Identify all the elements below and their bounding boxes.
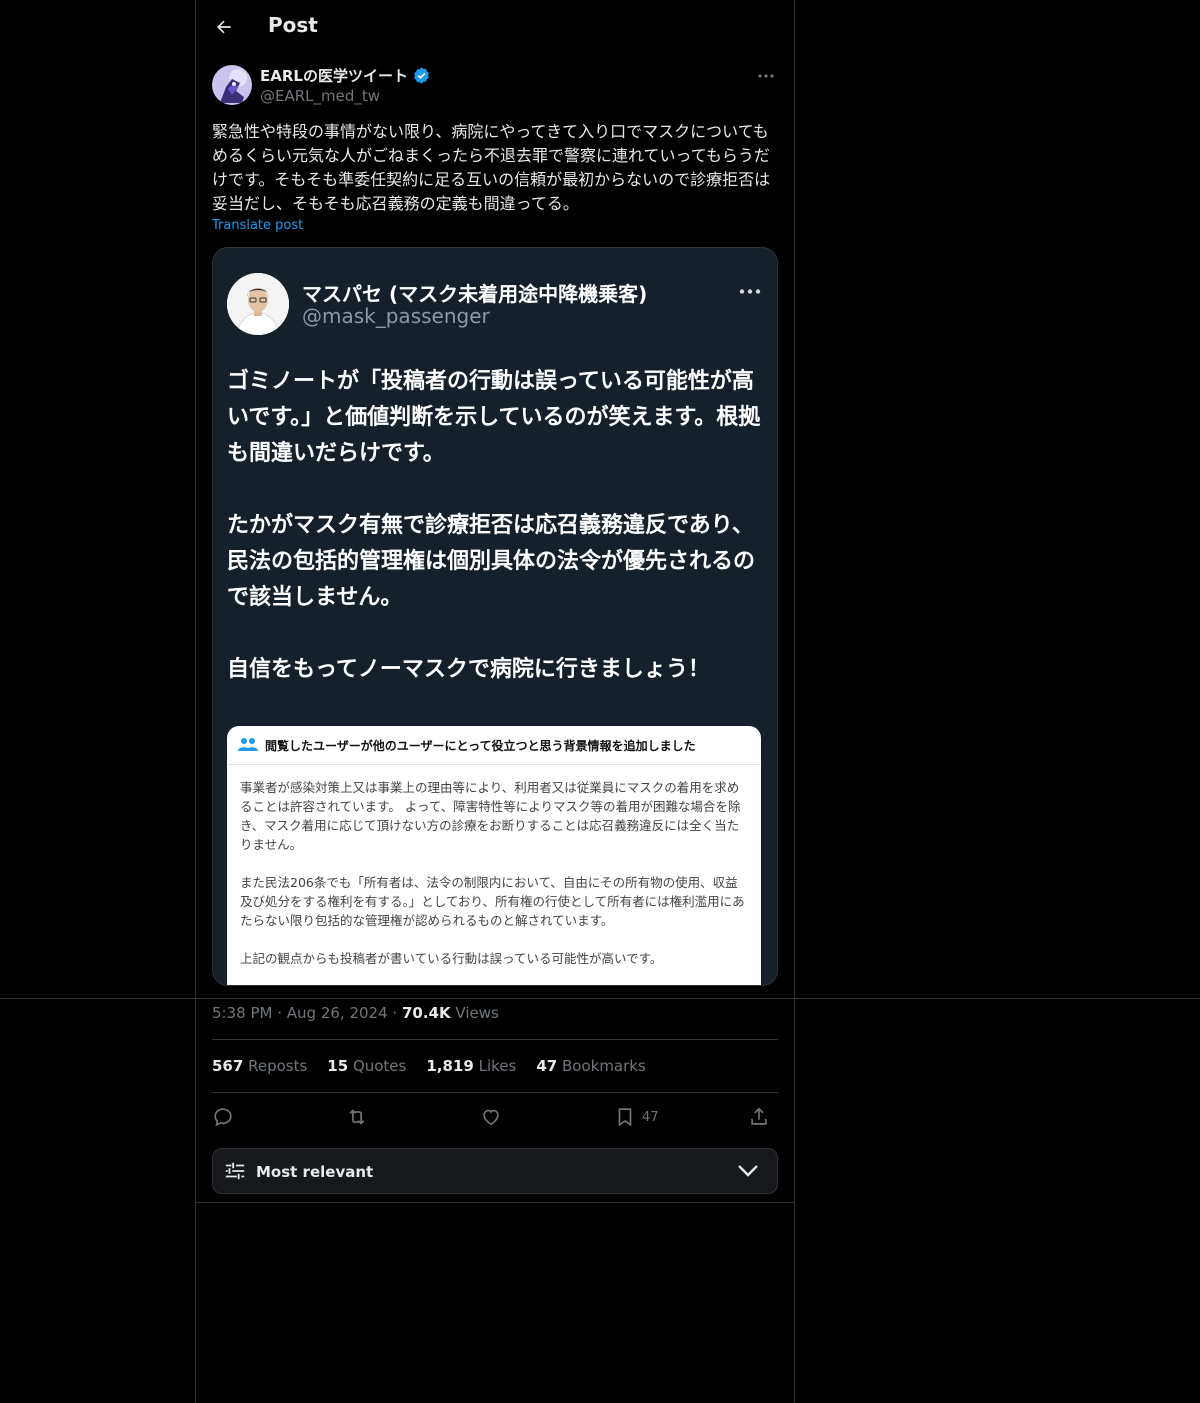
sort-label: Most relevant xyxy=(256,1163,374,1181)
divider xyxy=(212,1039,778,1040)
note-paragraph: 事業者が感染対策上又は事業上の理由等により、利用者又は従業員にマスクの着用を求め… xyxy=(240,780,741,852)
sliders-icon xyxy=(225,1162,245,1180)
community-note-header: 閲覧したユーザーが他のユーザーにとって役立つと思う背景情報を追加しました xyxy=(227,726,761,765)
reply-button[interactable] xyxy=(212,1104,234,1130)
translate-post-link[interactable]: Translate post xyxy=(212,218,303,233)
community-notes-icon xyxy=(238,738,258,751)
likes-stat[interactable]: 1,819 Likes xyxy=(426,1057,516,1075)
bookmark-icon xyxy=(618,1108,632,1127)
share-icon xyxy=(751,1107,767,1125)
bookmark-count: 47 xyxy=(642,1109,659,1125)
page-title: Post xyxy=(268,13,318,37)
author-name[interactable]: EARLの医学ツイート xyxy=(260,65,408,86)
quotes-label: Quotes xyxy=(352,1057,407,1075)
back-button[interactable] xyxy=(210,13,238,41)
post-media-image[interactable]: マスパセ (マスク未着用途中降機乗客) @mask_passenger ゴミノー… xyxy=(212,247,778,986)
divider xyxy=(212,1092,778,1093)
bookmark-button[interactable]: 47 xyxy=(614,1104,659,1130)
author-handle[interactable]: @EARL_med_tw xyxy=(260,87,380,105)
note-paragraph: また民法206条でも「所有者は、法令の制限内において、自由にその所有物の使用、収… xyxy=(240,875,745,928)
quoted-handle: @mask_passenger xyxy=(302,304,490,328)
separator-dot: · xyxy=(277,1004,287,1022)
author-name-row[interactable]: EARLの医学ツイート xyxy=(260,65,431,86)
share-button[interactable] xyxy=(748,1104,770,1130)
quoted-body: ゴミノートが「投稿者の行動は誤っている可能性が高いです。」と価値判断を示している… xyxy=(227,364,763,724)
avatar[interactable] xyxy=(212,65,252,105)
action-bar: 47 xyxy=(212,1104,778,1130)
reposts-stat[interactable]: 567 Reposts xyxy=(212,1057,307,1075)
bookmarks-count: 47 xyxy=(536,1057,558,1075)
community-note: 閲覧したユーザーが他のユーザーにとって役立つと思う背景情報を追加しました 事業者… xyxy=(227,726,761,985)
quotes-count: 15 xyxy=(327,1057,349,1075)
post-timestamp: 5:38 PM · Aug 26, 2024 · 70.4K Views xyxy=(212,1004,499,1022)
post-author: EARLの医学ツイート @EARL_med_tw xyxy=(212,64,778,108)
verified-badge-icon xyxy=(414,67,429,84)
quoted-paragraph: たかがマスク有無で診療拒否は応召義務違反であり、民法の包括的管理権は個別具体の法… xyxy=(227,513,756,610)
repost-icon xyxy=(349,1109,365,1125)
quotes-stat[interactable]: 15 Quotes xyxy=(327,1057,406,1075)
post-time[interactable]: 5:38 PM xyxy=(212,1004,272,1022)
community-note-body: 事業者が感染対策上又は事業上の理由等により、利用者又は従業員にマスクの着用を求め… xyxy=(240,778,748,985)
bookmarks-stat[interactable]: 47 Bookmarks xyxy=(536,1057,645,1075)
likes-count: 1,819 xyxy=(426,1057,474,1075)
likes-label: Likes xyxy=(478,1057,517,1075)
community-note-title: 閲覧したユーザーが他のユーザーにとって役立つと思う背景情報を追加しました xyxy=(265,739,696,753)
separator-dot: · xyxy=(392,1004,402,1022)
post-stats: 567 Reposts 15 Quotes 1,819 Likes 47 Boo… xyxy=(212,1057,646,1075)
views-count: 70.4K xyxy=(401,1004,451,1022)
chevron-down-icon xyxy=(738,1165,758,1177)
reposts-count: 567 xyxy=(212,1057,244,1075)
back-arrow-icon xyxy=(217,20,231,34)
reply-sort-dropdown[interactable]: Most relevant xyxy=(212,1148,778,1194)
bookmarks-label: Bookmarks xyxy=(561,1057,646,1075)
more-icon xyxy=(758,74,774,78)
note-paragraph: 上記の観点からも投稿者が書いている行動は誤っている可能性が高いです。 xyxy=(240,951,663,966)
views-label: Views xyxy=(455,1004,499,1022)
more-button[interactable] xyxy=(754,66,778,86)
like-button[interactable] xyxy=(480,1104,502,1130)
repost-button[interactable] xyxy=(346,1104,368,1130)
quoted-more-icon xyxy=(737,282,763,300)
reply-icon xyxy=(214,1108,232,1127)
post-date[interactable]: Aug 26, 2024 xyxy=(287,1004,388,1022)
reposts-label: Reposts xyxy=(248,1057,308,1075)
main-column: Post EARLの医学ツイート @EARL_med_tw 緊急性や特段の事情が… xyxy=(195,0,795,1403)
post-text: 緊急性や特段の事情がない限り、病院にやってきて入り口でマスクについてもめるくらい… xyxy=(212,122,771,213)
quoted-paragraph: ゴミノートが「投稿者の行動は誤っている可能性が高いです。」と価値判断を示している… xyxy=(227,369,761,466)
quoted-avatar xyxy=(227,273,289,335)
top-bar: Post xyxy=(196,0,794,53)
like-icon xyxy=(483,1109,499,1126)
quoted-paragraph: 自信をもってノーマスクで病院に行きましょう！ xyxy=(227,657,710,682)
quoted-name: マスパセ (マスク未着用途中降機乗客) xyxy=(302,282,648,306)
